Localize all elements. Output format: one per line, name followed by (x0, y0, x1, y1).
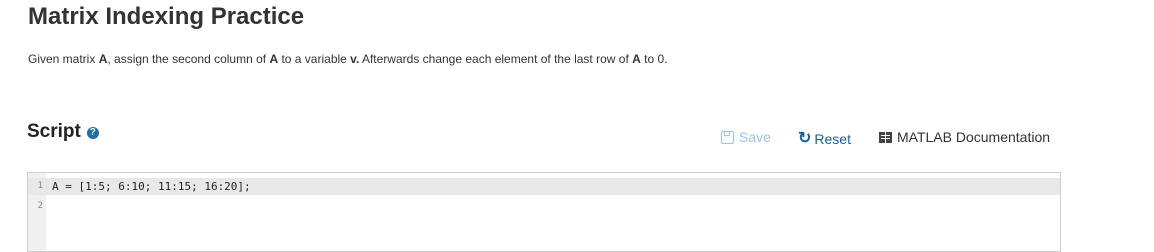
reset-button[interactable]: ↻ Reset (798, 130, 851, 148)
help-icon[interactable]: ? (86, 127, 99, 139)
line-number: 1 (37, 181, 43, 191)
description-var-a: A (269, 52, 279, 66)
matlab-documentation-link[interactable]: MATLAB Documentation (879, 128, 1050, 146)
line-number: 2 (37, 201, 43, 211)
documentation-label: MATLAB Documentation (897, 129, 1051, 145)
code-line[interactable]: 1 A = [1:5; 6:10; 11:15; 16:20]; (28, 178, 1060, 195)
script-heading: Script ? (27, 121, 99, 143)
page-title: Matrix Indexing Practice (28, 3, 305, 30)
description-var-v: v. (350, 52, 360, 66)
description-text: to 0. (640, 52, 668, 66)
description-text: to a variable (278, 52, 351, 66)
reset-icon: ↻ (798, 130, 812, 147)
save-button[interactable]: Save (721, 128, 771, 146)
problem-description: Given matrix A, assign the second column… (28, 52, 667, 66)
save-icon (721, 130, 734, 144)
description-var-a: A (632, 52, 641, 66)
description-text: , assign the second column of (107, 52, 270, 66)
description-text: Afterwards change each element of the la… (359, 52, 633, 66)
code-text[interactable]: A = [1:5; 6:10; 11:15; 16:20]; (52, 178, 251, 195)
code-editor[interactable]: 1 A = [1:5; 6:10; 11:15; 16:20]; 2 (27, 172, 1061, 252)
code-line[interactable]: 2 (28, 198, 1060, 215)
book-icon (879, 131, 892, 143)
reset-button-label: Reset (814, 131, 851, 147)
script-heading-label: Script (27, 121, 81, 142)
description-text: Given matrix (28, 52, 99, 66)
save-button-label: Save (739, 129, 771, 145)
